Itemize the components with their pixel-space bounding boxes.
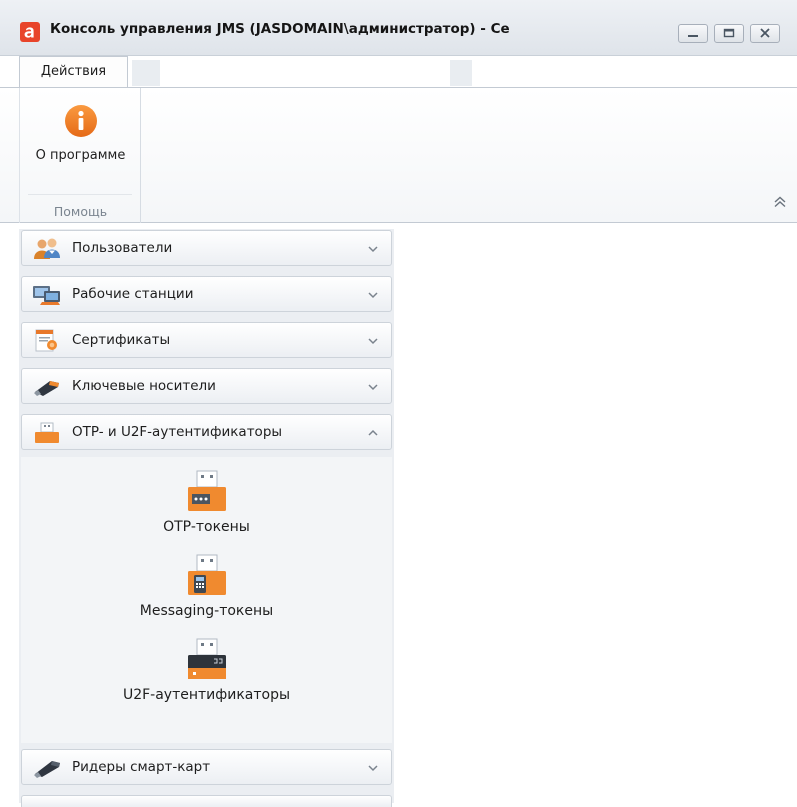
ribbon-group-label: Помощь — [53, 204, 108, 219]
nav-section-label: Ключевые носители — [72, 378, 216, 394]
group-separator — [28, 194, 132, 195]
ribbon-group-help: О программе Помощь — [19, 88, 141, 223]
nav-section-key-media[interactable]: Ключевые носители — [21, 368, 392, 404]
u2f-token-icon — [183, 637, 231, 685]
close-button[interactable] — [750, 24, 780, 43]
close-icon — [760, 28, 770, 38]
nav-section-label: OTP- и U2F-аутентификаторы — [72, 424, 283, 440]
u2f-authenticators-item[interactable]: U2F-аутентификаторы — [21, 637, 392, 703]
otp-u2f-icon — [32, 421, 62, 445]
otp-token-icon — [183, 469, 231, 517]
tab-placeholder — [450, 60, 472, 86]
workstations-icon — [32, 283, 62, 307]
chevron-down-icon — [368, 384, 378, 391]
maximize-icon — [723, 28, 735, 38]
nav-section-certificates[interactable]: Сертификаты — [21, 322, 392, 358]
nav-section-workstations[interactable]: Рабочие станции — [21, 276, 392, 312]
nav-section-next[interactable] — [21, 795, 392, 807]
otp-u2f-content: OTP-токены Messaging-токены U2F-аутентиф… — [21, 457, 392, 743]
otp-tokens-label: OTP-токены — [163, 519, 250, 535]
nav-section-users[interactable]: Пользователи — [21, 230, 392, 266]
smartcard-reader-icon — [32, 756, 62, 780]
messaging-tokens-label: Messaging-токены — [139, 603, 274, 619]
title-bar: Консоль управления JMS (JASDOMAIN\админи… — [0, 0, 797, 88]
info-icon — [64, 104, 98, 138]
chevron-down-icon — [368, 246, 378, 253]
u2f-authenticators-label: U2F-аутентификаторы — [122, 687, 291, 703]
minimize-icon — [688, 35, 698, 37]
ribbon: О программе Помощь — [0, 87, 797, 223]
chevron-down-icon — [368, 338, 378, 345]
window-title: Консоль управления JMS (JASDOMAIN\админи… — [50, 21, 510, 37]
users-icon — [32, 237, 62, 261]
nav-section-label: Ридеры смарт-карт — [72, 759, 211, 775]
nav-section-label: Сертификаты — [72, 332, 171, 348]
messaging-token-icon — [183, 553, 231, 601]
certificates-icon — [32, 329, 62, 353]
chevron-down-icon — [368, 765, 378, 772]
nav-section-label: Пользователи — [72, 240, 173, 256]
maximize-button[interactable] — [714, 24, 744, 43]
chevron-up-icon — [368, 429, 378, 436]
navigation-panel: Пользователи Рабочие станции Сертификаты — [19, 229, 394, 807]
minimize-button[interactable] — [678, 24, 708, 43]
tab-placeholder — [132, 60, 160, 86]
about-button[interactable]: О программе — [20, 96, 141, 176]
otp-tokens-item[interactable]: OTP-токены — [21, 469, 392, 535]
key-media-icon — [32, 375, 62, 399]
about-button-label: О программе — [35, 148, 126, 163]
messaging-tokens-item[interactable]: Messaging-токены — [21, 553, 392, 619]
nav-section-smartcard-readers[interactable]: Ридеры смарт-карт — [21, 749, 392, 785]
tab-actions[interactable]: Действия — [19, 56, 128, 88]
app-logo-icon — [20, 22, 40, 42]
double-chevron-up-icon — [774, 196, 786, 208]
nav-section-otp-u2f[interactable]: OTP- и U2F-аутентификаторы — [21, 414, 392, 450]
collapse-ribbon-button[interactable] — [772, 194, 788, 210]
nav-section-label: Рабочие станции — [72, 286, 194, 302]
chevron-down-icon — [368, 292, 378, 299]
